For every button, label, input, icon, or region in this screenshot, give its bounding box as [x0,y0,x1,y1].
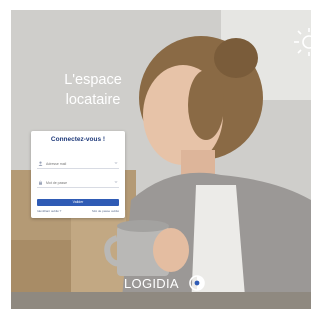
page-headline: L'espace locataire [43,70,143,110]
headline-line-2: locataire [65,92,121,108]
login-card: Connectez-vous ! Valider Identifiant [31,131,125,218]
forgot-password-link[interactable]: Mot de passe oublié [92,209,119,213]
user-icon [38,161,43,166]
username-input[interactable] [46,159,110,168]
login-links: Identifiant oublié ? Mot de passe oublié [37,209,119,214]
password-input[interactable] [46,178,110,187]
headline-line-1: L'espace [64,72,122,88]
brand-logo-mark [189,275,205,291]
chevron-down-icon [114,162,118,165]
chevron-down-icon [114,181,118,184]
brand-logo-text: LOGIDIA [124,276,179,291]
lock-icon [39,180,42,185]
submit-button[interactable]: Valider [37,199,119,206]
forgot-username-link[interactable]: Identifiant oublié ? [37,209,61,213]
sun-icon [294,28,311,56]
hero-banner: L'espace locataire Connectez-vous ! Adre… [11,10,311,309]
password-field[interactable] [37,178,119,188]
username-field[interactable] [37,159,119,169]
login-title: Connectez-vous ! [50,136,106,143]
